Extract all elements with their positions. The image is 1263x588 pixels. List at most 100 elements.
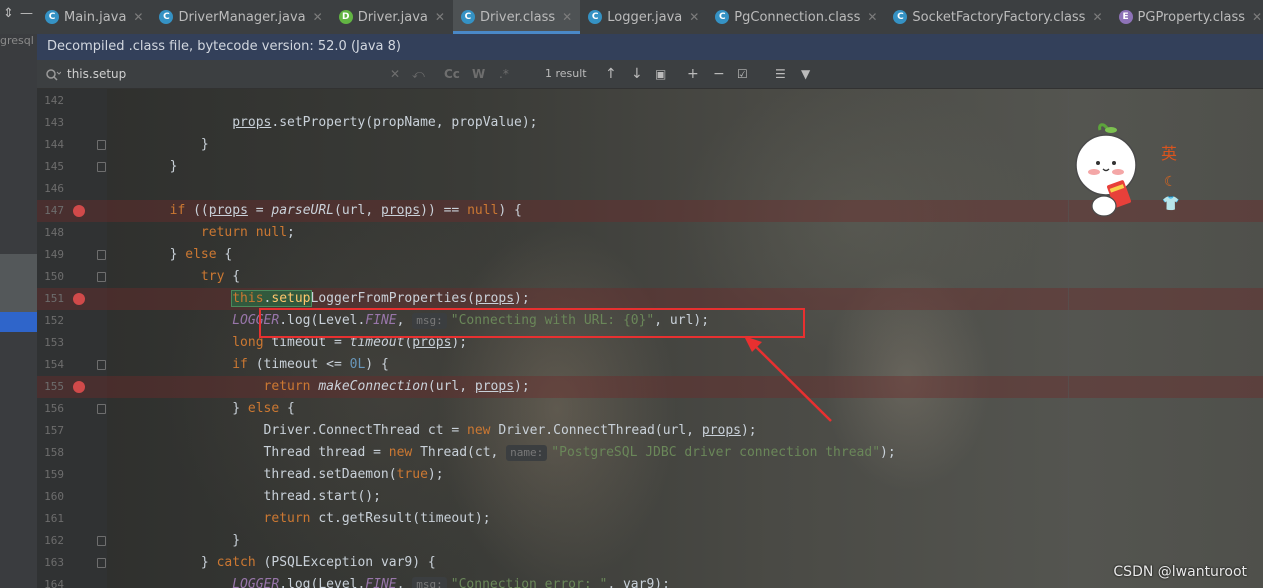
project-tree-label[interactable]: gresql [0, 34, 34, 47]
code-text: this.setupLoggerFromProperties(props); [231, 290, 530, 307]
breakpoint-icon[interactable] [73, 381, 85, 393]
line-number[interactable]: 152 [37, 310, 64, 332]
code-line[interactable]: 155 return makeConnection(url, props); [37, 376, 1263, 398]
line-number[interactable]: 143 [37, 112, 64, 134]
code-text: return makeConnection(url, props); [263, 379, 530, 394]
fold-icon[interactable] [97, 404, 106, 414]
code-line[interactable]: 142 [37, 90, 1263, 112]
shirt-icon[interactable]: 👕 [1162, 196, 1179, 212]
next-occurrence-icon[interactable]: ↓ [631, 60, 643, 88]
line-number[interactable]: 162 [37, 530, 64, 552]
close-tab-icon[interactable]: ✕ [313, 10, 323, 24]
code-line[interactable]: 161 return ct.getResult(timeout); [37, 508, 1263, 530]
tab-label: PGProperty.class [1137, 9, 1246, 25]
line-number[interactable]: 160 [37, 486, 64, 508]
filter-options-icon[interactable]: ☰ [775, 60, 786, 88]
line-number[interactable]: 151 [37, 288, 64, 310]
line-number[interactable]: 155 [37, 376, 64, 398]
line-number[interactable]: 154 [37, 354, 64, 376]
close-tab-icon[interactable]: ✕ [562, 10, 572, 24]
line-number[interactable]: 147 [37, 200, 64, 222]
line-number[interactable]: 164 [37, 574, 64, 588]
code-line[interactable]: 150 try { [37, 266, 1263, 288]
tab-label: PgConnection.class [734, 9, 861, 25]
tab-main-java[interactable]: C Main.java ✕ [37, 0, 151, 34]
line-number[interactable]: 161 [37, 508, 64, 530]
tab-logger-java[interactable]: C Logger.java ✕ [580, 0, 707, 34]
line-number[interactable]: 159 [37, 464, 64, 486]
class-icon: C [715, 10, 730, 24]
select-all-icon[interactable]: ☑ [737, 60, 748, 88]
line-number[interactable]: 156 [37, 398, 64, 420]
tab-socketfactoryfactory-class[interactable]: C SocketFactoryFactory.class ✕ [885, 0, 1110, 34]
code-line[interactable]: 151 this.setupLoggerFromProperties(props… [37, 288, 1263, 310]
code-text: return null; [200, 225, 295, 240]
code-text: if (timeout <= 0L) { [232, 357, 389, 372]
code-line[interactable]: 154 if (timeout <= 0L) { [37, 354, 1263, 376]
close-tab-icon[interactable]: ✕ [867, 10, 877, 24]
code-line[interactable]: 164 LOGGER.log(Level.FINE, msg: "Connecti… [37, 574, 1263, 588]
close-tab-icon[interactable]: ✕ [435, 10, 445, 24]
code-line[interactable]: 160 thread.start(); [37, 486, 1263, 508]
close-tab-icon[interactable]: ✕ [689, 10, 699, 24]
close-tab-icon[interactable]: ✕ [133, 10, 143, 24]
code-text: } [107, 159, 178, 174]
code-text: } catch (PSQLException var9) { [107, 555, 436, 570]
line-number[interactable]: 158 [37, 442, 64, 464]
fold-icon[interactable] [97, 140, 106, 150]
code-line[interactable]: 149 } else { [37, 244, 1263, 266]
remove-selection-icon[interactable]: − [713, 60, 725, 88]
add-selection-icon[interactable]: + [687, 60, 699, 88]
line-number[interactable]: 157 [37, 420, 64, 442]
project-tree-selected-row[interactable] [0, 312, 37, 332]
moon-icon[interactable]: ☾ [1164, 174, 1177, 190]
search-icon[interactable] [45, 60, 62, 88]
search-history-icon[interactable]: ⤺ [412, 60, 425, 88]
search-input[interactable]: this.setup [67, 60, 126, 88]
whole-words-toggle[interactable]: W [472, 60, 485, 88]
code-line[interactable]: 158 Thread thread = new Thread(ct, name:… [37, 442, 1263, 464]
project-tree-row[interactable] [0, 254, 37, 312]
clear-search-icon[interactable]: ✕ [390, 60, 400, 88]
fold-icon[interactable] [97, 536, 106, 546]
filter-icon[interactable]: ▼ [801, 60, 810, 88]
line-number[interactable]: 145 [37, 156, 64, 178]
right-margin-guide [1068, 89, 1069, 588]
code-line[interactable]: 163 } catch (PSQLException var9) { [37, 552, 1263, 574]
line-number[interactable]: 142 [37, 90, 64, 112]
breakpoint-icon[interactable] [73, 205, 85, 217]
tab-pgconnection-class[interactable]: C PgConnection.class ✕ [707, 0, 885, 34]
previous-occurrence-icon[interactable]: ↑ [605, 60, 617, 88]
driver-file-icon: D [338, 10, 353, 24]
fold-icon[interactable] [97, 360, 106, 370]
select-all-occurrences-icon[interactable]: ▣ [655, 60, 666, 88]
tab-drivermanager-java[interactable]: C DriverManager.java ✕ [151, 0, 330, 34]
code-line[interactable]: 162 } [37, 530, 1263, 552]
line-number[interactable]: 148 [37, 222, 64, 244]
tab-driver-java[interactable]: D Driver.java ✕ [331, 0, 453, 34]
fold-icon[interactable] [97, 558, 106, 568]
regex-toggle[interactable]: .* [499, 60, 509, 88]
code-line[interactable]: 159 thread.setDaemon(true); [37, 464, 1263, 486]
close-tab-icon[interactable]: ✕ [1092, 10, 1102, 24]
fold-icon[interactable] [97, 272, 106, 282]
line-number[interactable]: 153 [37, 332, 64, 354]
ime-language-label[interactable]: 英 [1161, 140, 1177, 164]
tab-label: DriverManager.java [178, 9, 306, 25]
tab-pgproperty-class[interactable]: E PGProperty.class ✕ [1111, 0, 1263, 34]
line-number[interactable]: 149 [37, 244, 64, 266]
code-line[interactable]: 156 } else { [37, 398, 1263, 420]
line-number[interactable]: 144 [37, 134, 64, 156]
line-number[interactable]: 163 [37, 552, 64, 574]
line-number[interactable]: 150 [37, 266, 64, 288]
code-line[interactable]: 157 Driver.ConnectThread ct = new Driver… [37, 420, 1263, 442]
fold-icon[interactable] [97, 162, 106, 172]
tab-driver-class[interactable]: C Driver.class ✕ [452, 0, 581, 34]
collapse-icon[interactable]: — [20, 6, 33, 21]
match-case-toggle[interactable]: Cc [444, 60, 460, 88]
close-tab-icon[interactable]: ✕ [1252, 10, 1262, 24]
expand-icon[interactable]: ⇕ [3, 6, 14, 21]
breakpoint-icon[interactable] [73, 293, 85, 305]
fold-icon[interactable] [97, 250, 106, 260]
line-number[interactable]: 146 [37, 178, 64, 200]
